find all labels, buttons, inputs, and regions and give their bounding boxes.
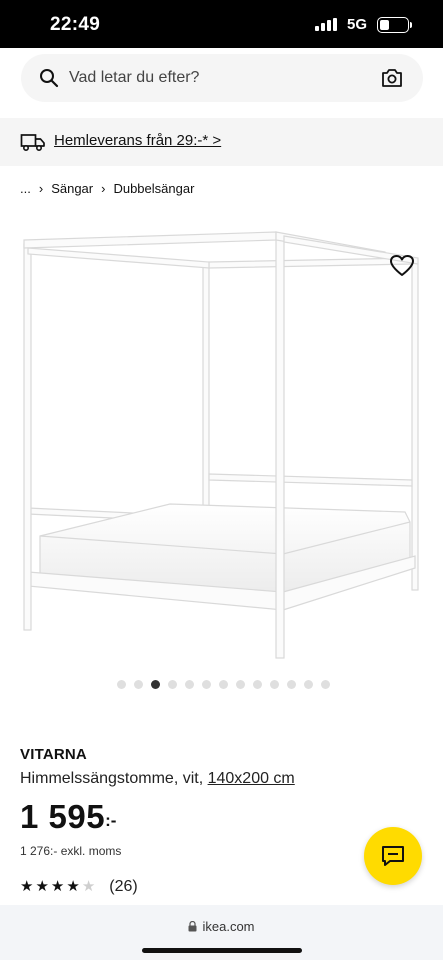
product-rating[interactable]: ★ ★ ★ ★ ★ (26) (20, 878, 138, 896)
gallery-dot[interactable] (287, 680, 296, 689)
gallery-dot[interactable] (304, 680, 313, 689)
domain-label: ikea.com (202, 919, 255, 934)
breadcrumb: ... › Sängar › Dubbelsängar (20, 181, 194, 196)
product-price: 1 595 :- (20, 798, 116, 836)
home-indicator[interactable] (142, 948, 302, 953)
gallery-dot[interactable] (168, 680, 177, 689)
status-bar: 22:49 5G (0, 0, 443, 48)
star-icon: ★ (50, 878, 65, 895)
chevron-right-icon: › (101, 181, 106, 196)
gallery-dot[interactable] (219, 680, 228, 689)
gallery-dot[interactable] (185, 680, 194, 689)
price-excl-vat: 1 276:- exkl. moms (20, 844, 122, 858)
rating-stars: ★ ★ ★ ★ ★ (20, 878, 97, 896)
search-bar[interactable] (21, 54, 423, 102)
camera-icon[interactable] (381, 67, 403, 89)
battery-icon (377, 16, 412, 33)
star-icon: ★ (66, 878, 80, 895)
gallery-dot[interactable] (321, 680, 330, 689)
truck-icon (20, 134, 45, 152)
product-image[interactable] (0, 226, 443, 666)
star-icon: ★ (20, 878, 34, 895)
review-count[interactable]: (26) (109, 878, 137, 896)
chat-icon (382, 846, 404, 866)
chat-button[interactable] (364, 827, 422, 885)
product-description: Himmelssängstomme, vit, 140x200 cm (20, 770, 295, 788)
gallery-dot[interactable] (202, 680, 211, 689)
breadcrumb-item-dubbelsangar[interactable]: Dubbelsängar (113, 181, 194, 196)
gallery-dot[interactable] (151, 680, 160, 689)
search-area (0, 48, 443, 116)
status-time: 22:49 (50, 14, 101, 35)
gallery-pagination[interactable] (117, 680, 330, 689)
lock-icon (188, 921, 197, 932)
gallery-dot[interactable] (253, 680, 262, 689)
delivery-link[interactable]: Hemleverans från 29:-* > (54, 132, 221, 149)
gallery-dot[interactable] (134, 680, 143, 689)
browser-bottom-bar: ikea.com (0, 905, 443, 960)
search-icon (40, 69, 59, 88)
gallery-dot[interactable] (236, 680, 245, 689)
product-size-link[interactable]: 140x200 cm (208, 770, 295, 787)
breadcrumb-ellipsis[interactable]: ... (20, 181, 31, 196)
heart-icon[interactable] (389, 254, 415, 278)
breadcrumb-item-sangar[interactable]: Sängar (51, 181, 93, 196)
status-indicators: 5G (314, 16, 412, 33)
price-value: 1 595 (20, 798, 106, 835)
star-icon: ★ (81, 878, 96, 895)
address-bar[interactable]: ikea.com (0, 919, 443, 934)
network-label: 5G (346, 16, 367, 33)
chevron-right-icon: › (38, 181, 44, 196)
search-input[interactable] (69, 54, 369, 102)
product-name[interactable]: VITARNA (20, 746, 87, 763)
delivery-banner[interactable]: Hemleverans från 29:-* > (0, 118, 443, 166)
star-icon: ★ (35, 878, 49, 895)
signal-icon (314, 18, 337, 31)
price-suffix: :- (105, 811, 117, 830)
product-type: Himmelssängstomme, vit, (20, 770, 208, 787)
gallery-dot[interactable] (117, 680, 126, 689)
gallery-dot[interactable] (270, 680, 279, 689)
